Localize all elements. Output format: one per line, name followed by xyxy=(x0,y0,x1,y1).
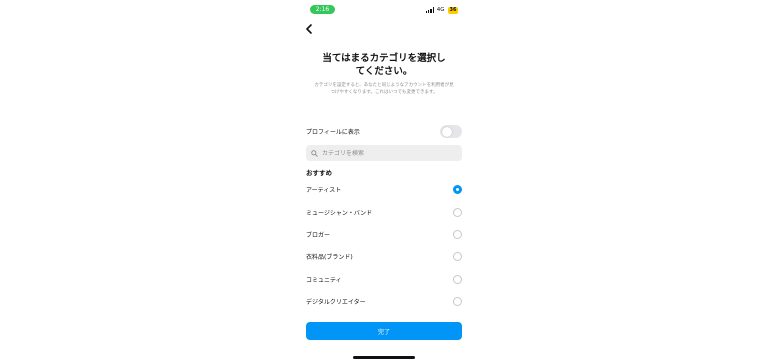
radio-icon[interactable] xyxy=(453,274,462,284)
profile-display-label: プロフィールに表示 xyxy=(306,129,360,136)
page-description: カテゴリを設定すると、あなたと同じようなアカウントを利用者が見つけやすくなります… xyxy=(314,83,454,95)
category-row[interactable]: コミュニティ xyxy=(306,274,462,284)
page-title: 当てはまるカテゴリを選択し てください。 xyxy=(294,53,474,78)
category-search[interactable] xyxy=(306,145,462,161)
search-icon xyxy=(311,149,318,157)
phone-screen: 2:16 4G 36 当てはまるカテゴリを選択し てください。 カテゴリを設定す… xyxy=(294,0,474,363)
profile-display-toggle[interactable] xyxy=(440,125,462,138)
category-label: 衣料品(ブランド) xyxy=(306,254,353,261)
status-indicators: 4G 36 xyxy=(426,5,459,15)
radio-selected-icon[interactable] xyxy=(453,185,462,194)
radio-icon[interactable] xyxy=(453,252,462,261)
section-heading: おすすめ xyxy=(306,169,332,177)
radio-icon[interactable] xyxy=(453,207,462,217)
back-arrow-icon[interactable] xyxy=(302,22,316,36)
status-time: 2:16 xyxy=(310,5,335,14)
category-row[interactable]: ミュージシャン・バンド xyxy=(306,207,462,217)
page-title-line-2: てください。 xyxy=(355,65,413,77)
category-row[interactable]: 衣料品(ブランド) xyxy=(306,252,462,261)
category-label: ミュージシャン・バンド xyxy=(306,209,373,217)
page-title-line-1: 当てはまるカテゴリを選択し xyxy=(322,53,446,64)
category-label: コミュニティ xyxy=(306,276,342,284)
category-search-input[interactable] xyxy=(322,149,452,157)
toggle-knob xyxy=(441,126,452,137)
home-indicator xyxy=(353,356,415,359)
category-label: アーティスト xyxy=(306,187,342,194)
category-row[interactable]: デジタルクリエイター xyxy=(306,296,462,306)
done-button[interactable]: 完了 xyxy=(306,322,462,340)
radio-icon[interactable] xyxy=(453,230,462,239)
category-label: ブロガー xyxy=(306,232,331,239)
signal-icon xyxy=(426,7,434,13)
battery-icon: 36 xyxy=(447,6,459,14)
radio-icon[interactable] xyxy=(453,296,462,306)
category-row[interactable]: ブロガー xyxy=(306,230,462,239)
category-label: デジタルクリエイター xyxy=(306,298,366,306)
profile-display-row: プロフィールに表示 xyxy=(306,125,462,138)
network-label: 4G xyxy=(436,7,445,13)
category-row[interactable]: アーティスト xyxy=(306,185,462,194)
